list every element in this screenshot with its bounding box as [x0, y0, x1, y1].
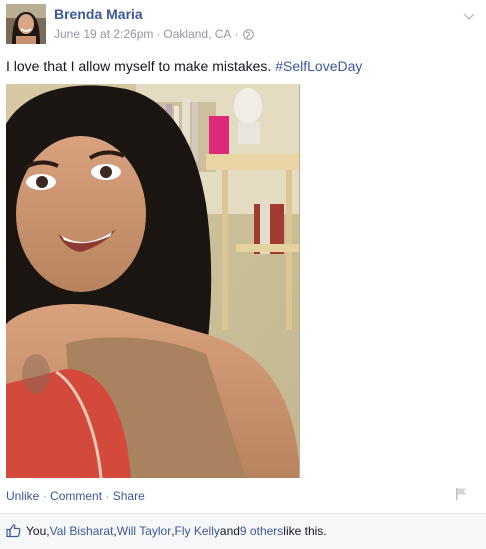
- liker-link[interactable]: Fly Kelly: [175, 524, 220, 538]
- post-timestamp[interactable]: June 19 at 2:26pm: [54, 27, 153, 41]
- share-link[interactable]: Share: [113, 489, 145, 503]
- meta-separator: ·: [156, 27, 161, 41]
- unlike-link[interactable]: Unlike: [6, 489, 39, 503]
- avatar[interactable]: [6, 4, 46, 44]
- comment-link[interactable]: Comment: [50, 489, 102, 503]
- action-separator: ·: [102, 489, 113, 503]
- others-link[interactable]: 9 others: [240, 524, 283, 538]
- action-separator: ·: [39, 489, 51, 503]
- post-location[interactable]: Oakland, CA: [163, 27, 231, 41]
- likes-you: You,: [26, 523, 50, 538]
- post-text: I love that I allow myself to make mista…: [6, 58, 362, 74]
- likes-summary: You, Val Bisharat , Will Taylor , Fly Ke…: [6, 523, 327, 538]
- likes-summary-bar: You, Val Bisharat , Will Taylor , Fly Ke…: [0, 513, 486, 549]
- post-photo[interactable]: [6, 84, 300, 478]
- flag-icon[interactable]: [454, 487, 468, 501]
- thumbs-up-icon[interactable]: [6, 523, 21, 538]
- post-author-name[interactable]: Brenda Maria: [54, 6, 143, 22]
- post-actions: Unlike · Comment · Share: [6, 489, 145, 503]
- chevron-down-icon[interactable]: [463, 8, 475, 21]
- globe-icon[interactable]: [243, 28, 255, 40]
- likes-suffix: like this.: [283, 523, 327, 538]
- post-meta: June 19 at 2:26pm · Oakland, CA ·: [54, 27, 255, 41]
- feed-post: Brenda Maria June 19 at 2:26pm · Oakland…: [0, 0, 486, 549]
- liker-link[interactable]: Val Bisharat: [50, 524, 114, 538]
- meta-separator: ·: [234, 27, 239, 41]
- liker-link[interactable]: Will Taylor: [117, 524, 171, 538]
- hashtag-link[interactable]: #SelfLoveDay: [275, 58, 362, 74]
- likes-and: and: [219, 523, 240, 538]
- post-text-body: I love that I allow myself to make mista…: [6, 58, 276, 74]
